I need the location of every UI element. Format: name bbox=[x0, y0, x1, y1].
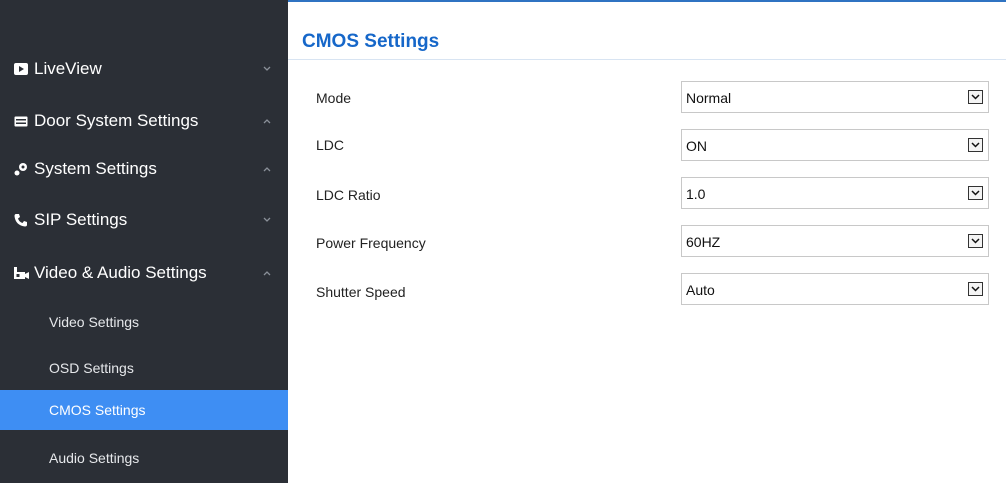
main-content: CMOS Settings Mode Normal LDC ON LDC Rat… bbox=[288, 0, 1006, 483]
power-frequency-label: Power Frequency bbox=[316, 235, 426, 251]
mode-select-value: Normal bbox=[686, 90, 732, 106]
chevron-up-icon bbox=[262, 164, 272, 174]
chevron-down-icon bbox=[262, 215, 272, 225]
sidebar-subitem-cmos-settings[interactable]: CMOS Settings bbox=[0, 390, 288, 430]
sidebar-subitem-osd-settings[interactable]: OSD Settings bbox=[0, 348, 288, 388]
sidebar-subitem-audio-settings[interactable]: Audio Settings bbox=[0, 438, 288, 478]
power-frequency-select-value: 60HZ bbox=[686, 234, 721, 250]
shutter-speed-label: Shutter Speed bbox=[316, 284, 406, 300]
mode-label: Mode bbox=[316, 90, 352, 106]
sidebar-item-label: LiveView bbox=[34, 59, 102, 78]
sidebar: LiveView Door System Settings System Set… bbox=[0, 0, 288, 483]
ldc-select[interactable]: ON bbox=[681, 129, 989, 161]
ldc-label: LDC bbox=[316, 137, 345, 153]
chevron-down-icon[interactable] bbox=[968, 90, 983, 104]
page-title: CMOS Settings bbox=[302, 31, 440, 52]
chevron-down-icon[interactable] bbox=[968, 282, 983, 296]
sidebar-item-liveview[interactable]: LiveView bbox=[0, 52, 288, 86]
sidebar-item-label: Video & Audio Settings bbox=[34, 263, 207, 282]
ldc-ratio-select-value: 1.0 bbox=[686, 186, 706, 202]
shutter-speed-select[interactable]: Auto bbox=[681, 273, 989, 305]
mode-select[interactable]: Normal bbox=[681, 81, 989, 113]
sidebar-item-sip-settings[interactable]: SIP Settings bbox=[0, 203, 288, 237]
sidebar-item-label: Door System Settings bbox=[34, 111, 199, 130]
phone-icon bbox=[12, 211, 30, 229]
ldc-ratio-label: LDC Ratio bbox=[316, 187, 381, 203]
power-frequency-select[interactable]: 60HZ bbox=[681, 225, 989, 257]
camera-icon bbox=[12, 264, 30, 282]
sidebar-subitem-label: CMOS Settings bbox=[49, 402, 146, 418]
gears-icon bbox=[12, 160, 30, 178]
sidebar-item-label: SIP Settings bbox=[34, 210, 128, 229]
sidebar-subitem-label: OSD Settings bbox=[49, 360, 134, 376]
sidebar-subitem-label: Video Settings bbox=[49, 314, 140, 330]
chevron-down-icon[interactable] bbox=[968, 234, 983, 248]
sidebar-item-door-system-settings[interactable]: Door System Settings bbox=[0, 104, 288, 138]
sidebar-item-video-audio-settings[interactable]: Video & Audio Settings bbox=[0, 256, 288, 290]
chevron-down-icon[interactable] bbox=[968, 186, 983, 200]
sidebar-subitem-video-settings[interactable]: Video Settings bbox=[0, 302, 288, 342]
sidebar-item-label: System Settings bbox=[34, 159, 157, 178]
chevron-down-icon[interactable] bbox=[968, 138, 983, 152]
shutter-speed-select-value: Auto bbox=[686, 282, 715, 298]
sidebar-subitem-label: Audio Settings bbox=[49, 450, 140, 466]
chevron-up-icon bbox=[262, 116, 272, 126]
title-divider bbox=[288, 59, 1006, 60]
keyboard-icon bbox=[12, 112, 30, 130]
play-icon bbox=[12, 60, 30, 78]
ldc-select-value: ON bbox=[686, 138, 707, 154]
chevron-up-icon bbox=[262, 268, 272, 278]
chevron-down-icon bbox=[262, 64, 272, 74]
sidebar-item-system-settings[interactable]: System Settings bbox=[0, 152, 288, 186]
ldc-ratio-select[interactable]: 1.0 bbox=[681, 177, 989, 209]
